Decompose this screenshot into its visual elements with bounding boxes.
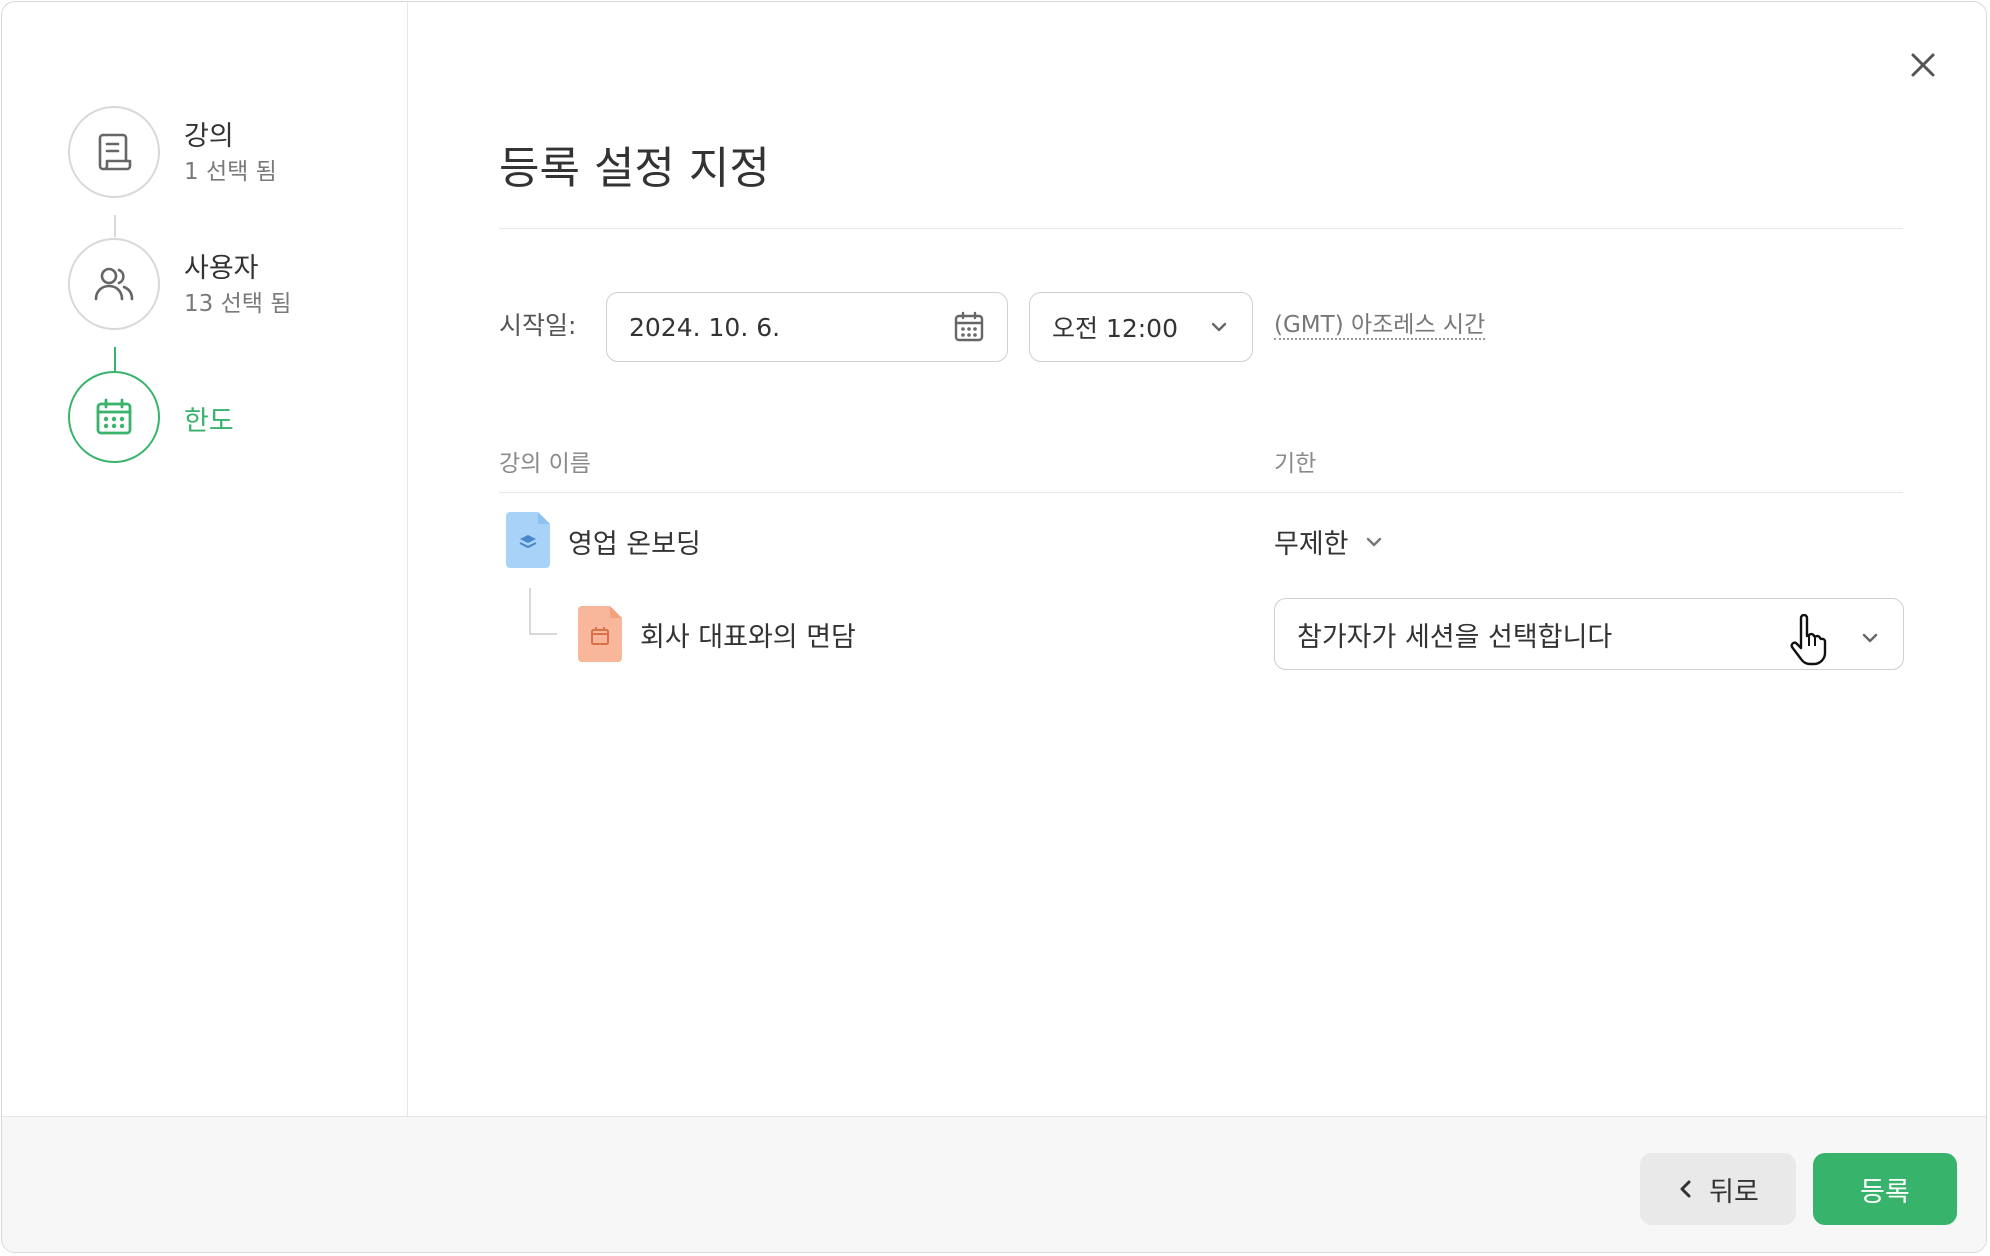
- back-button-label: 뒤로: [1709, 1176, 1759, 1208]
- document-icon: [68, 106, 160, 198]
- column-deadline: 기한: [1274, 451, 1317, 477]
- close-icon: [1911, 53, 1935, 77]
- step-subtitle: 1 선택 됨: [184, 159, 277, 185]
- chevron-down-icon: [1859, 625, 1881, 656]
- start-date-input[interactable]: 2024. 10. 6.: [606, 292, 1008, 362]
- course-name: 영업 온보딩: [568, 529, 701, 560]
- calendar-icon: [68, 371, 160, 463]
- deadline-dropdown[interactable]: 무제한: [1274, 522, 1385, 561]
- deadline-value: 무제한: [1274, 529, 1349, 560]
- tree-connector: [529, 588, 531, 634]
- hand-cursor-icon: [1788, 613, 1828, 670]
- start-date-label: 시작일:: [499, 311, 577, 340]
- course-name: 회사 대표와의 면담: [640, 622, 856, 653]
- chevron-left-icon: [1680, 1180, 1691, 1198]
- step-title: 사용자: [184, 253, 259, 284]
- tree-connector: [529, 633, 557, 635]
- start-time-value: 오전 12:00: [1052, 314, 1178, 343]
- steps-sidebar: 강의 1 선택 됨 사용자 13 선택 됨 한도: [2, 2, 408, 1116]
- start-date-value: 2024. 10. 6.: [629, 312, 781, 342]
- step-title: 강의: [184, 121, 234, 152]
- column-course-name: 강의 이름: [499, 451, 591, 477]
- enroll-button-label: 등록: [1860, 1176, 1910, 1208]
- course-file-icon: [506, 512, 550, 572]
- close-button[interactable]: [1902, 44, 1944, 86]
- enroll-dialog: 강의 1 선택 됨 사용자 13 선택 됨 한도 등록 설정 지정 시작일: 2…: [1, 1, 1987, 1253]
- chevron-down-icon: [1366, 537, 1381, 546]
- calendar-icon[interactable]: [953, 311, 985, 349]
- start-time-select[interactable]: 오전 12:00: [1029, 292, 1253, 362]
- step-connector: [114, 347, 116, 371]
- enroll-button[interactable]: 등록: [1813, 1153, 1957, 1225]
- step-subtitle: 13 선택 됨: [184, 291, 292, 317]
- timezone-link[interactable]: (GMT) 아조레스 시간: [1274, 312, 1486, 340]
- step-title: 한도: [184, 406, 234, 437]
- page-title: 등록 설정 지정: [499, 143, 770, 194]
- chevron-down-icon: [1208, 315, 1230, 344]
- event-file-icon: [578, 606, 622, 666]
- dialog-footer: 뒤로 등록: [2, 1116, 1986, 1252]
- users-icon: [68, 238, 160, 330]
- back-button[interactable]: 뒤로: [1640, 1153, 1796, 1225]
- session-select-value: 참가자가 세션을 선택합니다: [1297, 621, 1613, 653]
- divider: [499, 492, 1903, 493]
- divider: [499, 228, 1903, 229]
- step-connector: [114, 215, 116, 237]
